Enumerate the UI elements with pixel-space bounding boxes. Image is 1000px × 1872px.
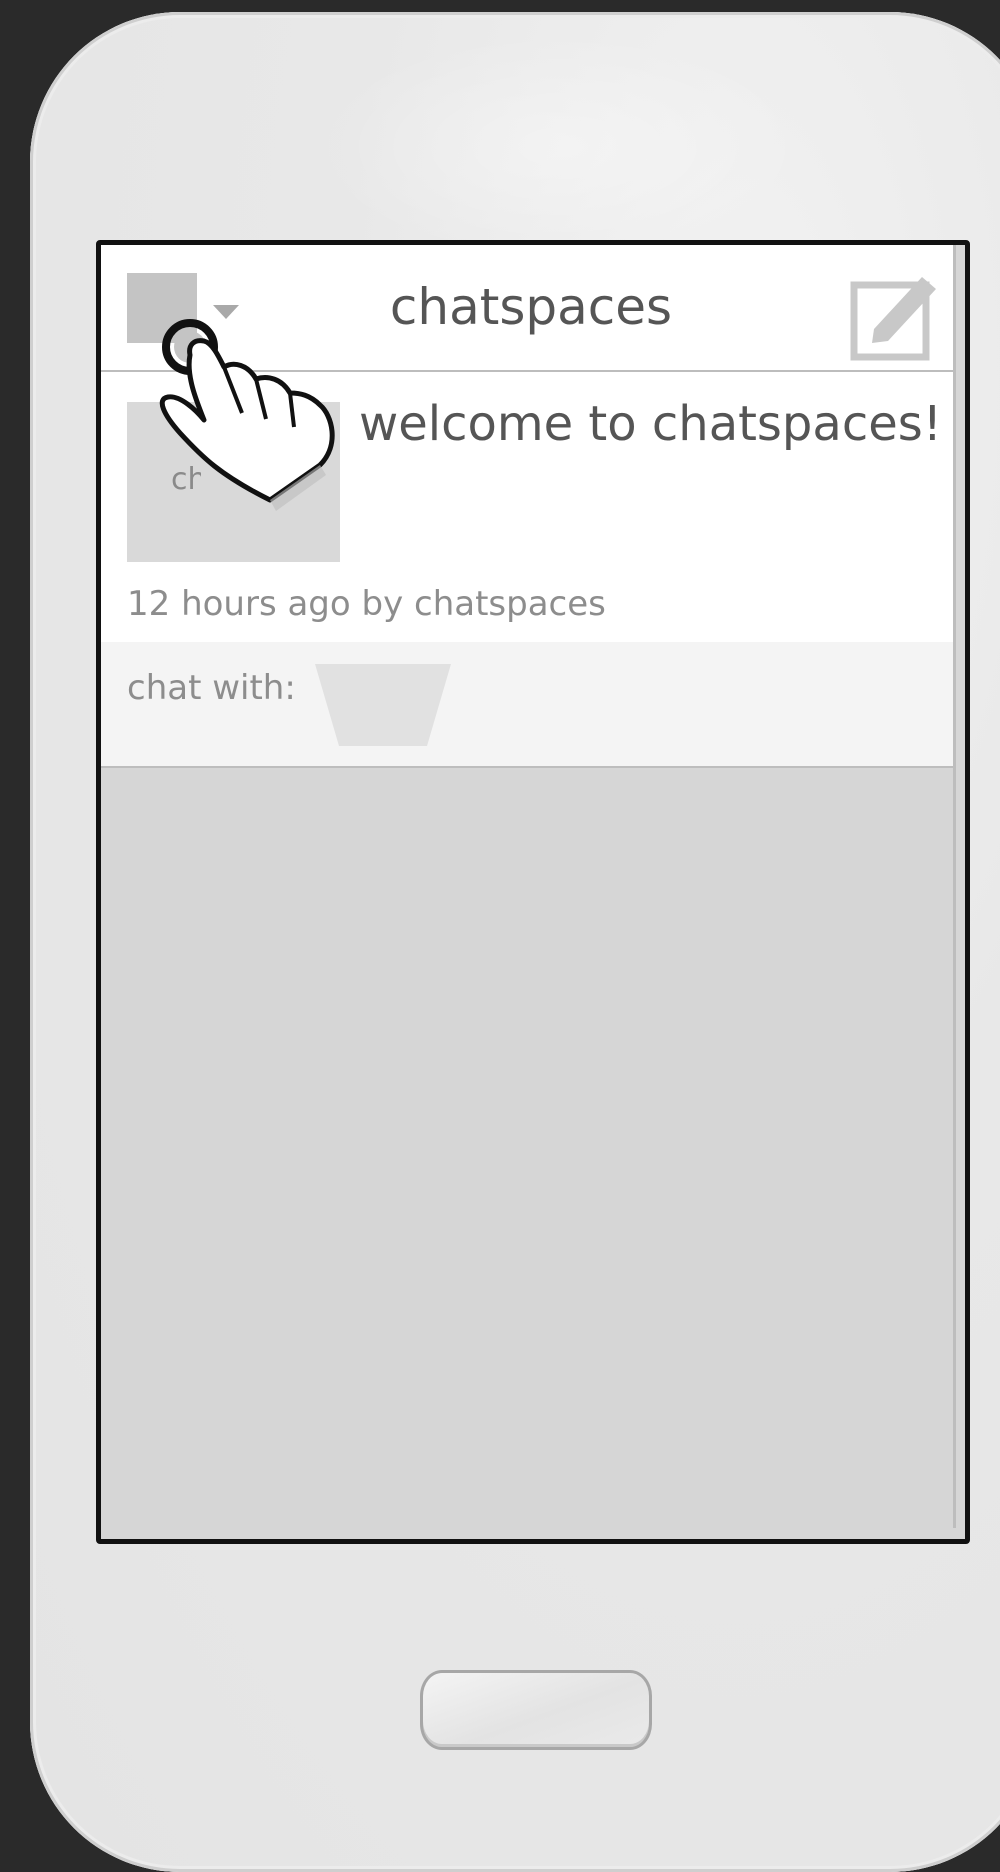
trapezoid-picker-icon[interactable] bbox=[315, 664, 451, 746]
post-thumbnail: chatspaces bbox=[127, 402, 340, 562]
chat-with-label: chat with: bbox=[127, 668, 296, 708]
post-meta: 12 hours ago by chatspaces bbox=[127, 584, 606, 624]
thumbnail-text: chatspaces bbox=[171, 462, 201, 497]
content-area bbox=[101, 768, 956, 1528]
account-square-icon[interactable] bbox=[127, 273, 197, 343]
compose-icon[interactable] bbox=[850, 271, 940, 361]
app-title: chatspaces bbox=[389, 278, 673, 336]
phone-screen: chatspaces chatspaces welcome to chatspa… bbox=[96, 240, 970, 1544]
chevron-down-icon[interactable] bbox=[213, 305, 239, 319]
post-card[interactable]: chatspaces welcome to chatspaces! 12 hou… bbox=[101, 372, 956, 642]
home-button-icon[interactable] bbox=[420, 1670, 652, 1750]
app-header: chatspaces bbox=[101, 245, 956, 372]
post-title[interactable]: welcome to chatspaces! bbox=[359, 394, 942, 454]
chat-with-row: chat with: bbox=[101, 642, 956, 768]
phone-sheen bbox=[310, 32, 810, 262]
